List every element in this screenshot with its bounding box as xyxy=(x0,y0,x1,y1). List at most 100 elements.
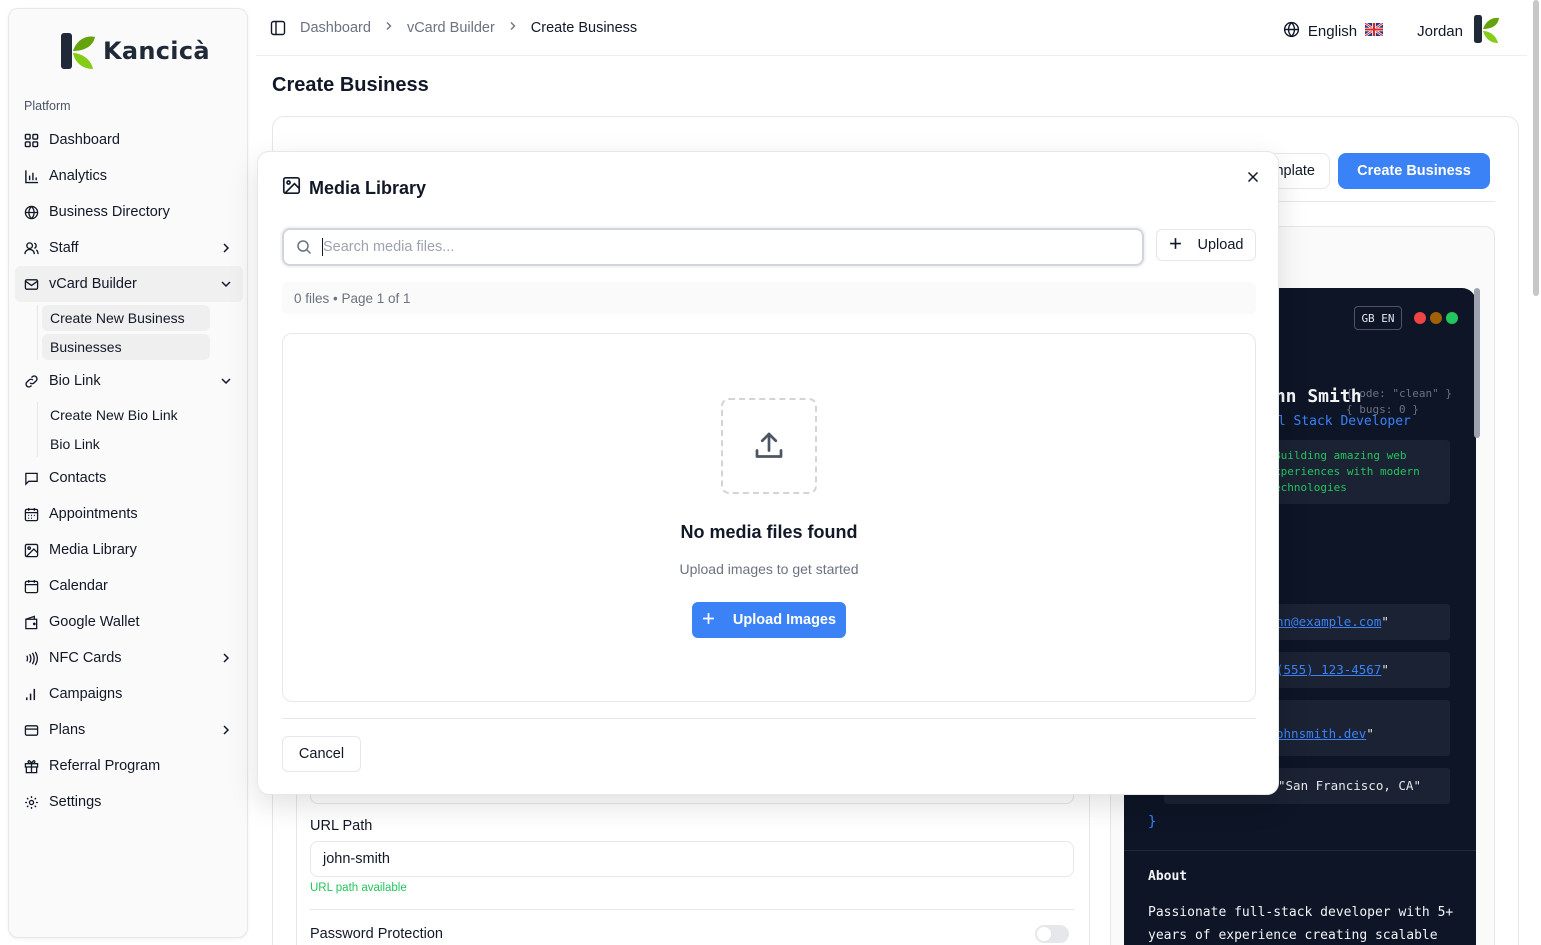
media-library-modal: Media Library Upload 0 files • Page 1 of… xyxy=(257,151,1279,795)
breadcrumb-dashboard[interactable]: Dashboard xyxy=(300,20,371,36)
plus-icon xyxy=(1169,237,1182,254)
message-square-icon xyxy=(23,470,39,486)
chevron-right-icon xyxy=(383,20,395,36)
sidebar-item-staff[interactable]: Staff xyxy=(15,230,243,266)
upload-images-button[interactable]: Upload Images xyxy=(692,602,846,638)
sidebar-item-label: Media Library xyxy=(49,542,137,558)
modal-footer-divider xyxy=(282,718,1256,719)
url-path-input[interactable]: john-smith xyxy=(310,841,1074,877)
window-dot-red xyxy=(1414,312,1426,324)
user-menu[interactable]: Jordan xyxy=(1417,14,1501,48)
sidebar: Kancicà Platform Dashboard Analytics Bus… xyxy=(8,8,248,938)
preview-phone-link[interactable]: (555) 123-4567 xyxy=(1276,662,1381,677)
sidebar-item-referral-program[interactable]: Referral Program xyxy=(15,748,243,784)
biolink-submenu: Create New Bio Link Bio Link xyxy=(37,402,243,457)
upload-icon xyxy=(721,398,817,494)
quote-mark: " xyxy=(1366,726,1374,741)
empty-state-subtitle: Upload images to get started xyxy=(679,561,859,577)
sidebar-item-campaigns[interactable]: Campaigns xyxy=(15,676,243,712)
calendar-icon xyxy=(23,578,39,594)
sidebar-item-google-wallet[interactable]: Google Wallet xyxy=(15,604,243,640)
upload-images-label: Upload Images xyxy=(732,612,837,628)
vcard-submenu: Create New Business Businesses xyxy=(37,305,243,360)
sidebar-nav: Dashboard Analytics Business Directory S… xyxy=(15,122,243,820)
window-dot-yellow xyxy=(1430,312,1442,324)
breadcrumb-vcard-builder[interactable]: vCard Builder xyxy=(407,20,495,36)
breadcrumb: Dashboard vCard Builder Create Business xyxy=(300,20,637,36)
media-search-field[interactable] xyxy=(282,228,1144,266)
sidebar-subitem-businesses[interactable]: Businesses xyxy=(42,334,210,360)
upload-button[interactable]: Upload xyxy=(1156,229,1256,261)
sidebar-item-label: vCard Builder xyxy=(49,276,137,292)
sidebar-item-settings[interactable]: Settings xyxy=(15,784,243,820)
sidebar-item-label: Appointments xyxy=(49,506,138,522)
avatar xyxy=(1473,14,1501,48)
sidebar-item-label: Google Wallet xyxy=(49,614,140,630)
preview-location: "San Francisco, CA" xyxy=(1278,778,1421,793)
mail-icon xyxy=(23,276,39,292)
search-input[interactable] xyxy=(323,239,1123,255)
plus-icon xyxy=(702,612,715,629)
globe-icon xyxy=(1283,21,1300,42)
bio-line: xperiences with modern xyxy=(1274,465,1420,478)
grid-icon xyxy=(23,132,39,148)
password-protection-toggle[interactable] xyxy=(1035,925,1069,943)
page-scrollbar[interactable] xyxy=(1533,0,1539,296)
preview-job-title: ll Stack Developer xyxy=(1270,414,1411,429)
upload-button-label: Upload xyxy=(1197,237,1244,253)
sidebar-item-label: Settings xyxy=(49,794,102,810)
preview-email-link[interactable]: hn@example.com xyxy=(1276,614,1381,629)
users-icon xyxy=(23,240,39,256)
preview-language-badge[interactable]: GB EN xyxy=(1354,306,1402,330)
user-name: Jordan xyxy=(1417,22,1463,40)
sidebar-item-label: Analytics xyxy=(49,168,108,184)
sidebar-subitem-bio-link[interactable]: Bio Link xyxy=(42,431,210,457)
bio-line: Building amazing web xyxy=(1274,449,1407,462)
chevron-down-icon xyxy=(219,374,233,388)
page-title: Create Business xyxy=(272,74,429,96)
kancica-logo-icon xyxy=(59,31,99,71)
create-business-button[interactable]: Create Business xyxy=(1338,153,1490,189)
modal-title-text: Media Library xyxy=(309,177,427,198)
code-brace: } xyxy=(1148,814,1157,830)
sidebar-item-calendar[interactable]: Calendar xyxy=(15,568,243,604)
sidebar-item-label: Business Directory xyxy=(49,204,170,220)
sidebar-section-label: Platform xyxy=(24,99,71,113)
close-icon[interactable] xyxy=(1244,168,1262,186)
sidebar-item-contacts[interactable]: Contacts xyxy=(15,460,243,496)
password-protection-label: Password Protection xyxy=(310,926,443,942)
sidebar-item-appointments[interactable]: Appointments xyxy=(15,496,243,532)
preview-about: About Passionate full-stack developer wi… xyxy=(1124,850,1476,945)
sidebar-item-dashboard[interactable]: Dashboard xyxy=(15,122,243,158)
empty-state-title: No media files found xyxy=(680,522,858,542)
sidebar-item-nfc-cards[interactable]: NFC Cards xyxy=(15,640,243,676)
sidebar-item-bio-link[interactable]: Bio Link xyxy=(15,363,243,399)
sidebar-item-vcard-builder[interactable]: vCard Builder xyxy=(15,266,243,302)
sidebar-subitem-create-new-business[interactable]: Create New Business xyxy=(42,305,210,331)
url-path-hint: URL path available xyxy=(310,882,407,894)
wallet-icon xyxy=(23,614,39,630)
image-icon xyxy=(282,176,301,200)
sidebar-item-media-library[interactable]: Media Library xyxy=(15,532,243,568)
language-switcher[interactable]: English xyxy=(1283,21,1384,42)
sidebar-toggle-icon[interactable] xyxy=(270,20,286,36)
search-icon xyxy=(296,239,312,255)
image-icon xyxy=(23,542,39,558)
preview-scrollbar[interactable] xyxy=(1474,288,1480,438)
bar-chart-icon xyxy=(23,168,39,184)
sidebar-item-label: Bio Link xyxy=(49,373,101,389)
globe-icon xyxy=(23,204,39,220)
bio-line: echnologies xyxy=(1274,481,1347,494)
preview-website-link[interactable]: ohnsmith.dev xyxy=(1276,726,1366,741)
preview-phone-row: (555) 123-4567" xyxy=(1264,652,1450,688)
sidebar-item-business-directory[interactable]: Business Directory xyxy=(15,194,243,230)
credit-card-icon xyxy=(23,722,39,738)
cancel-button[interactable]: Cancel xyxy=(282,736,361,772)
top-bar: Dashboard vCard Builder Create Business … xyxy=(256,0,1527,56)
media-dropzone[interactable]: No media files found Upload images to ge… xyxy=(282,333,1256,702)
sidebar-subitem-create-new-bio-link[interactable]: Create New Bio Link xyxy=(42,402,210,428)
sidebar-item-analytics[interactable]: Analytics xyxy=(15,158,243,194)
sidebar-item-label: Plans xyxy=(49,722,86,738)
sidebar-item-plans[interactable]: Plans xyxy=(15,712,243,748)
brand-logo[interactable]: Kancicà xyxy=(59,31,210,71)
